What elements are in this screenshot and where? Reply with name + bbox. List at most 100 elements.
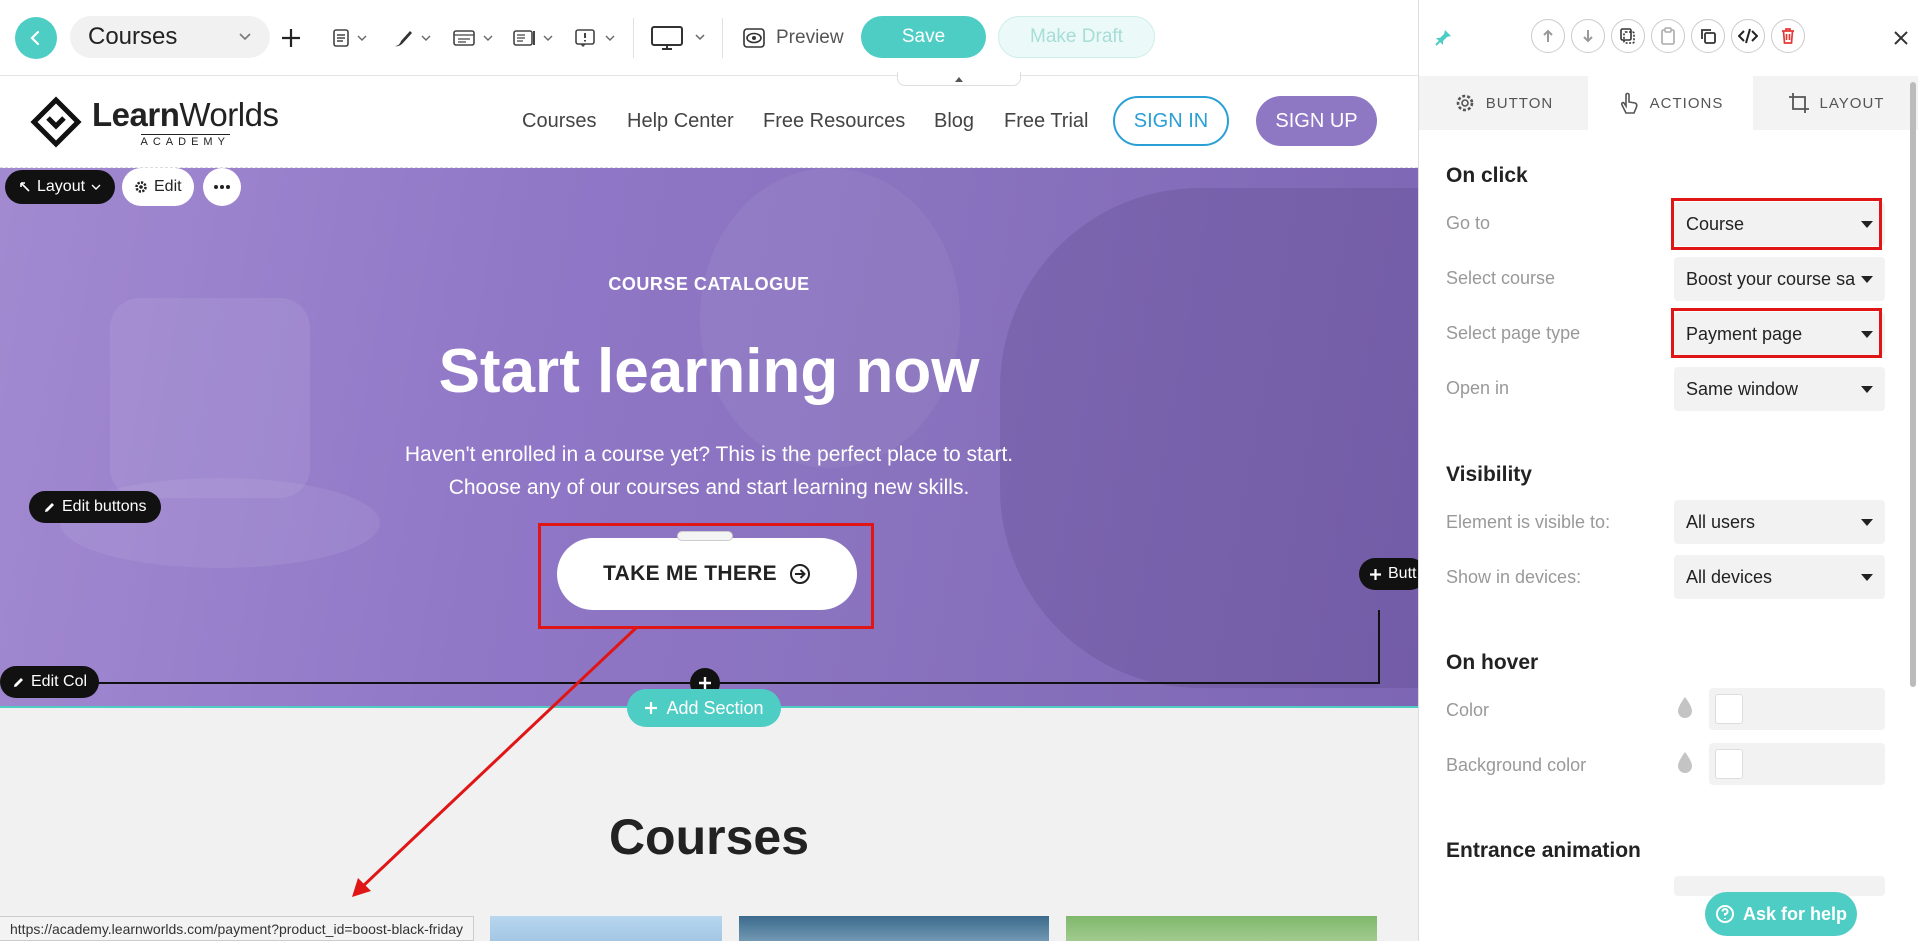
select-course-value: Boost your course sa xyxy=(1686,268,1856,289)
make-draft-button[interactable]: Make Draft xyxy=(998,16,1155,58)
page-settings-button[interactable] xyxy=(332,22,372,54)
toolbar-divider xyxy=(722,18,723,58)
caret-up-icon xyxy=(955,76,963,82)
resize-arrow-icon xyxy=(20,182,30,192)
edit-col-button[interactable]: Edit Col xyxy=(0,666,100,698)
gear-icon xyxy=(1456,94,1474,112)
window-icon xyxy=(453,30,493,46)
hero-subtitle-line: Choose any of our courses and start lear… xyxy=(448,476,970,499)
chevron-down-icon xyxy=(239,33,251,41)
preview-button[interactable]: Preview xyxy=(742,22,844,54)
hero-section: Layout Edit COURSE CATALOGUE Start learn… xyxy=(0,168,1418,708)
copy-style-button[interactable] xyxy=(1611,19,1645,53)
course-card-image[interactable] xyxy=(1066,916,1377,941)
course-card-image[interactable] xyxy=(490,916,722,941)
pin-icon[interactable] xyxy=(1433,28,1453,48)
hover-bg-color-picker[interactable] xyxy=(1709,743,1885,785)
on-click-heading: On click xyxy=(1446,164,1528,187)
course-card-image[interactable] xyxy=(739,916,1049,941)
widgets-button[interactable] xyxy=(512,22,558,54)
page-type-select[interactable]: Payment page xyxy=(1674,312,1885,356)
sign-up-button[interactable]: SIGN UP xyxy=(1256,96,1377,146)
open-in-label: Open in xyxy=(1446,378,1510,398)
panel-scrollbar[interactable] xyxy=(1910,82,1916,687)
hover-bg-color-label: Background color xyxy=(1446,755,1587,775)
tab-actions[interactable]: ACTIONS xyxy=(1588,76,1753,130)
cta-label: TAKE ME THERE xyxy=(603,562,777,585)
caret-down-icon xyxy=(1861,385,1873,393)
editor-toolbar: Courses Preview Save Make Draft xyxy=(0,0,1418,76)
gear-icon xyxy=(135,181,147,193)
logo-subtitle: ACADEMY xyxy=(140,134,230,148)
plus-icon xyxy=(645,702,658,714)
close-panel-button[interactable] xyxy=(1893,22,1909,53)
go-to-select[interactable]: Course xyxy=(1674,202,1885,246)
duplicate-button[interactable] xyxy=(1691,19,1725,53)
hero-subtitle: Haven't enrolled in a course yet? This i… xyxy=(0,438,1418,504)
add-section-label: Add Section xyxy=(666,697,764,718)
pointer-icon xyxy=(1620,92,1638,114)
tab-button-label: BUTTON xyxy=(1485,94,1554,112)
drag-handle[interactable] xyxy=(677,531,733,541)
add-button-label: Butt xyxy=(1388,565,1417,582)
learnworlds-logo[interactable]: LearnWorlds ACADEMY xyxy=(30,96,279,148)
clipboard-icon xyxy=(1661,27,1675,45)
droplet-icon xyxy=(1678,697,1692,718)
open-in-select[interactable]: Same window xyxy=(1674,367,1885,411)
nav-courses[interactable]: Courses xyxy=(522,110,596,133)
site-header: LearnWorlds ACADEMY Courses Help Center … xyxy=(0,76,1418,168)
ask-for-help-button[interactable]: Ask for help xyxy=(1705,892,1857,936)
tab-layout[interactable]: LAYOUT xyxy=(1753,76,1918,130)
help-circle-icon xyxy=(1715,905,1734,923)
page-type-value: Payment page xyxy=(1686,323,1803,344)
visible-to-label: Element is visible to: xyxy=(1446,512,1611,532)
save-button[interactable]: Save xyxy=(861,16,986,58)
alert-box-icon xyxy=(575,29,615,47)
visible-to-select[interactable]: All users xyxy=(1674,500,1885,544)
nav-free-resources[interactable]: Free Resources xyxy=(763,110,905,133)
hover-color-label: Color xyxy=(1446,700,1490,720)
take-me-there-button[interactable]: TAKE ME THERE xyxy=(557,538,857,610)
page-canvas: LearnWorlds ACADEMY Courses Help Center … xyxy=(0,76,1418,941)
add-section-button[interactable]: Add Section xyxy=(627,689,781,727)
code-button[interactable] xyxy=(1731,19,1765,53)
arrow-circle-right-icon xyxy=(789,564,810,584)
tab-button[interactable]: BUTTON xyxy=(1419,76,1588,130)
page-selector[interactable]: Courses xyxy=(70,16,270,58)
paste-button[interactable] xyxy=(1651,19,1685,53)
nav-help-center[interactable]: Help Center xyxy=(627,110,734,133)
edit-section-button[interactable]: Edit xyxy=(122,168,194,206)
pencil-icon xyxy=(14,677,23,687)
plus-icon xyxy=(1370,568,1381,580)
hover-color-picker[interactable] xyxy=(1709,688,1885,730)
page-type-label: Select page type xyxy=(1446,323,1581,343)
code-icon xyxy=(1738,28,1758,44)
go-to-label: Go to xyxy=(1446,213,1491,233)
layout-button[interactable]: Layout xyxy=(5,170,116,204)
nav-free-trial[interactable]: Free Trial xyxy=(1004,110,1088,133)
back-button[interactable] xyxy=(15,17,57,59)
nav-blog[interactable]: Blog xyxy=(934,110,974,133)
popups-button[interactable] xyxy=(574,22,620,54)
edit-buttons-button[interactable]: Edit buttons xyxy=(29,491,161,523)
move-up-button[interactable] xyxy=(1531,19,1565,53)
more-options-button[interactable] xyxy=(203,168,241,206)
devices-select[interactable]: All devices xyxy=(1674,555,1885,599)
droplet-icon xyxy=(1678,752,1692,773)
ask-for-help-label: Ask for help xyxy=(1742,903,1848,924)
toolbar-collapse-tab[interactable] xyxy=(897,72,1021,86)
sign-in-button[interactable]: SIGN IN xyxy=(1113,96,1229,146)
device-preview-select[interactable] xyxy=(650,22,712,54)
logo-text-regular: Worlds xyxy=(179,96,279,133)
select-course-select[interactable]: Boost your course sa xyxy=(1674,257,1885,301)
move-down-button[interactable] xyxy=(1571,19,1605,53)
more-dots-icon xyxy=(214,185,230,189)
add-button-pill[interactable]: Butt xyxy=(1359,558,1418,590)
document-icon xyxy=(333,29,367,47)
add-element-button[interactable] xyxy=(280,22,302,54)
layout-blocks-button[interactable] xyxy=(452,22,498,54)
column-outline xyxy=(1378,610,1380,684)
delete-button[interactable] xyxy=(1771,19,1805,53)
design-button[interactable] xyxy=(392,22,436,54)
on-hover-heading: On hover xyxy=(1446,651,1539,674)
